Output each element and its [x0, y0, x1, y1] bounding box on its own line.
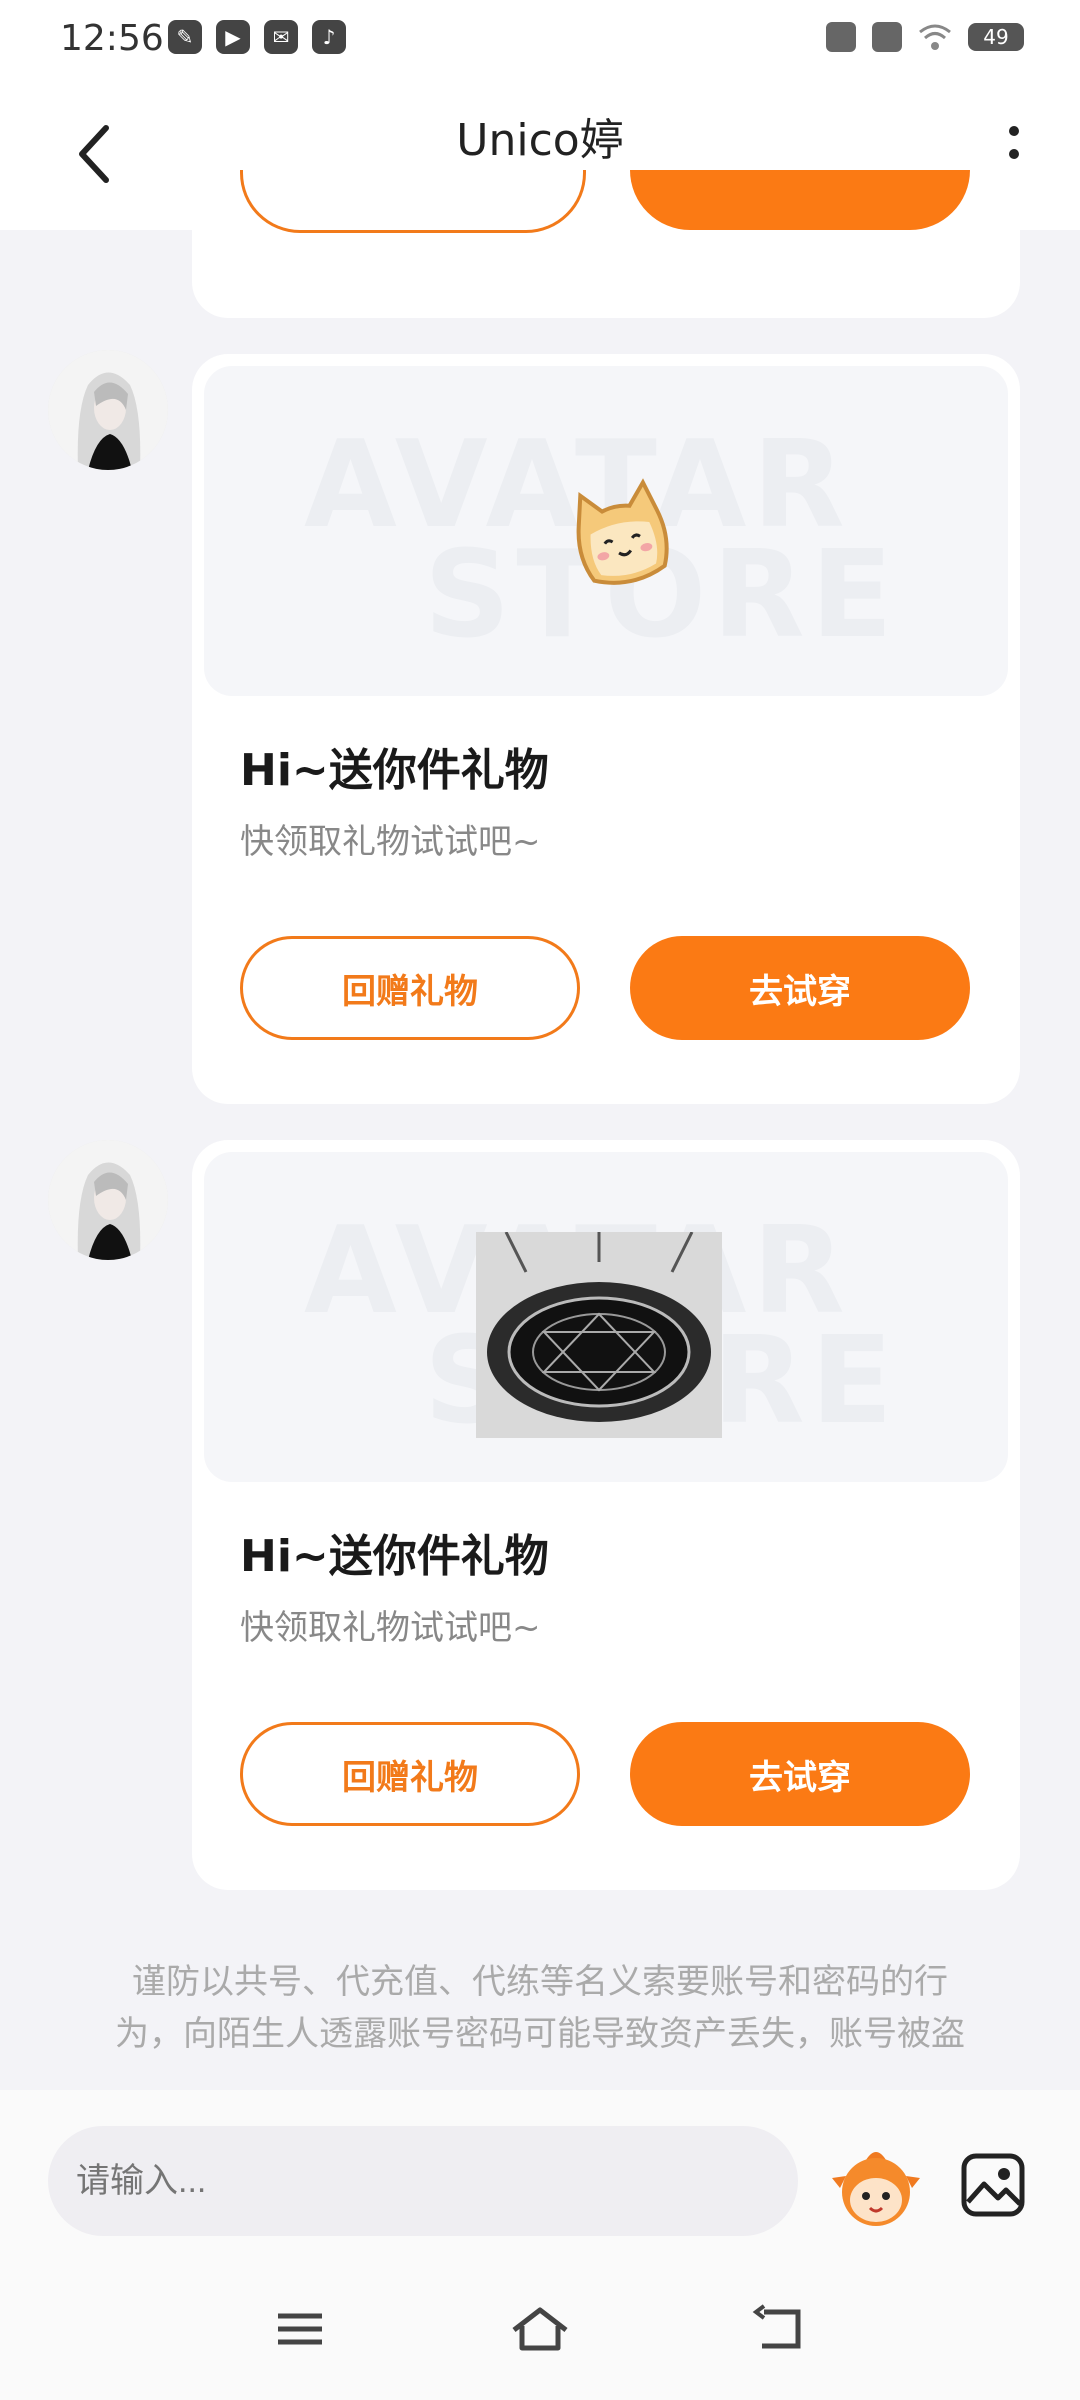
cat-gift-icon	[576, 478, 669, 585]
gift-title: Hi~送你件礼物	[240, 1531, 549, 1582]
home-icon[interactable]	[510, 2304, 570, 2354]
menu-icon[interactable]	[270, 2304, 330, 2354]
battery-icon: 49	[968, 23, 1024, 51]
mail-notification-icon: ✉	[264, 20, 298, 54]
message-input-bar	[0, 2090, 1080, 2254]
app-notification-icon: ✎	[168, 20, 202, 54]
no-sim-icon	[872, 22, 902, 52]
tiktok-notification-icon: ♪	[312, 20, 346, 54]
status-time: 12:56	[60, 18, 164, 59]
wifi-icon	[919, 24, 951, 50]
gift-card: AVATAR STORE Hi~送你件礼物 快领取礼物试试吧~ 回赠礼物 去试穿	[192, 1140, 1020, 1890]
security-warning: 谨防以共号、代充值、代练等名义索要账号和密码的行为，向陌生人透露账号密码可能导致…	[115, 1962, 965, 2054]
magic-circle-gift-icon	[476, 1232, 722, 1438]
gift-subtitle: 快领取礼物试试吧~	[240, 1608, 541, 1648]
return-gift-button[interactable]: 回赠礼物	[240, 936, 580, 1040]
status-bar: 12:56 ✎ ▶ ✉ ♪ 49	[0, 0, 1080, 82]
image-picker-icon[interactable]	[960, 2152, 1026, 2218]
gift-card: AVATAR STORE Hi~送你件礼物 快领取礼物试试吧~ 回赠礼物 去试穿	[192, 354, 1020, 1104]
previous-return-gift-button[interactable]	[240, 170, 586, 233]
back-nav-icon[interactable]	[750, 2304, 810, 2354]
try-on-button[interactable]: 去试穿	[630, 936, 970, 1040]
message-input[interactable]	[48, 2126, 798, 2236]
play-notification-icon: ▶	[216, 20, 250, 54]
gift-subtitle: 快领取礼物试试吧~	[240, 822, 541, 862]
previous-gift-card	[192, 170, 1020, 318]
emoji-sticker-icon[interactable]	[830, 2148, 922, 2228]
gift-preview: AVATAR STORE	[204, 366, 1008, 696]
sender-avatar[interactable]	[48, 350, 168, 470]
system-icons: 49	[826, 22, 1024, 52]
gift-preview: AVATAR STORE	[204, 1152, 1008, 1482]
sender-avatar[interactable]	[48, 1140, 168, 1260]
return-gift-button[interactable]: 回赠礼物	[240, 1722, 580, 1826]
previous-try-on-button[interactable]	[630, 170, 970, 230]
vibrate-icon	[826, 22, 856, 52]
gift-title: Hi~送你件礼物	[240, 745, 549, 796]
chat-title: Unico婷	[456, 115, 624, 166]
notification-icons: ✎ ▶ ✉ ♪	[168, 20, 346, 54]
try-on-button[interactable]: 去试穿	[630, 1722, 970, 1826]
system-nav-bar	[0, 2254, 1080, 2400]
